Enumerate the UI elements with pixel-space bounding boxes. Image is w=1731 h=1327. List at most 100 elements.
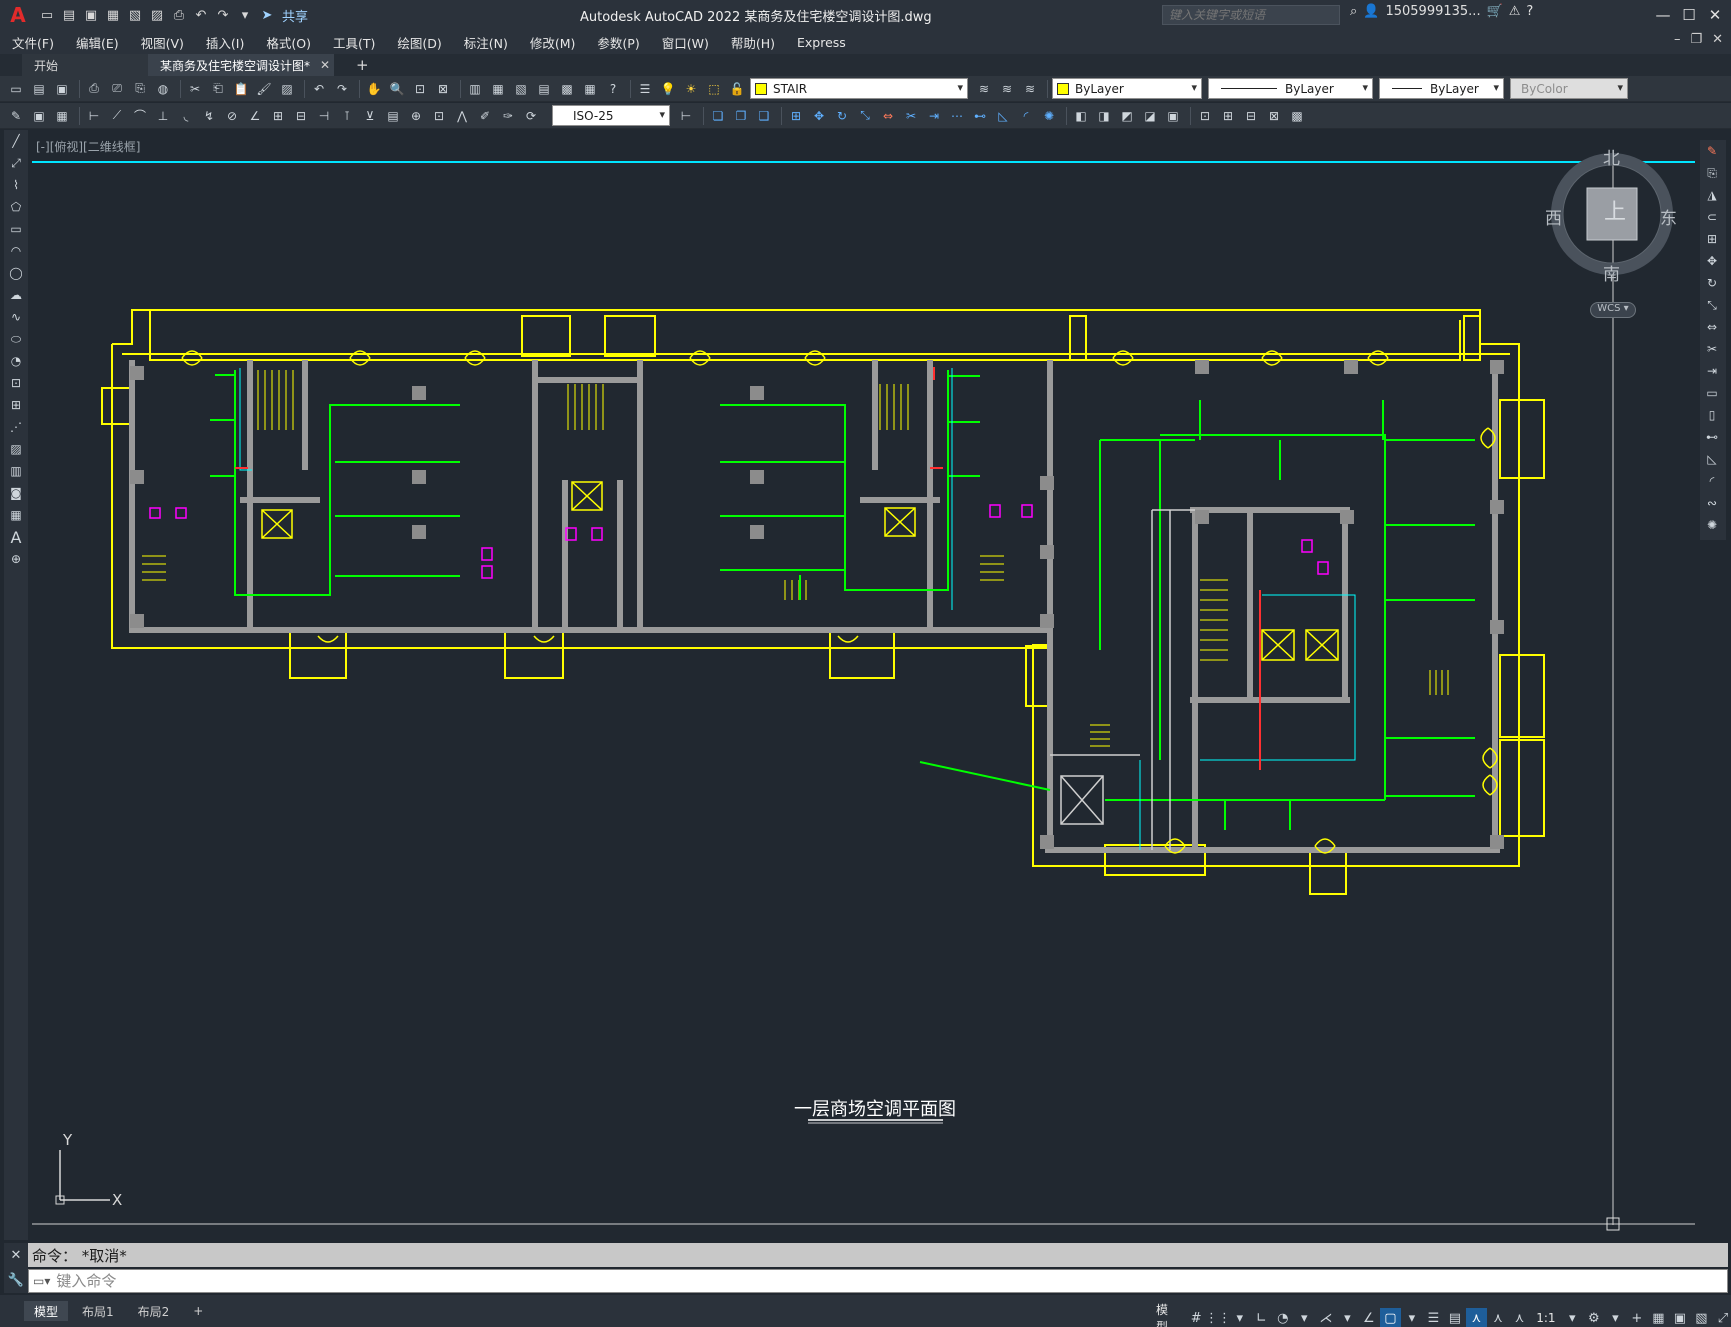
tab-layout1[interactable]: 布局1 [72, 1301, 124, 1321]
mirror-palette-icon[interactable]: ◮ [1700, 184, 1724, 206]
add-layout-button[interactable]: + [183, 1301, 213, 1321]
array-palette-icon[interactable]: ⊞ [1700, 228, 1724, 250]
attach-icon[interactable]: ⊞ [1218, 106, 1238, 126]
menu-express[interactable]: Express [797, 35, 846, 50]
copy-object-icon[interactable]: ❏ [708, 106, 728, 126]
autocad-logo-icon[interactable]: A [0, 0, 36, 30]
chevron-down-icon[interactable]: ▾ [1562, 1308, 1584, 1327]
tab-layout2[interactable]: 布局2 [128, 1301, 180, 1321]
fillet-palette-icon[interactable]: ◜ [1700, 470, 1724, 492]
copy-palette-icon[interactable]: ⎘ [1700, 162, 1724, 184]
lineweight-dropdown[interactable]: ByLayer ▾ [1379, 78, 1504, 99]
clean-screen-icon[interactable]: ⤢ [1712, 1308, 1731, 1327]
explode-palette-icon[interactable]: ✺ [1700, 514, 1724, 536]
object-snap-tracking-icon[interactable]: ∠ [1358, 1308, 1380, 1327]
arc-icon[interactable]: ◠ [4, 240, 28, 262]
annotation-scale-icon[interactable]: ⋏ [1509, 1308, 1531, 1327]
user-icon[interactable]: 👤 [1363, 4, 1379, 19]
break-icon[interactable]: ⋯ [947, 106, 967, 126]
diameter-dim-icon[interactable]: ⊘ [222, 106, 242, 126]
tolerance-icon[interactable]: ▤ [383, 106, 403, 126]
layer-walk-icon[interactable]: ▣ [29, 106, 49, 126]
scale-palette-icon[interactable]: ⤡ [1700, 294, 1724, 316]
viewport-controls-label[interactable]: [-][俯视][二维线框] [36, 138, 140, 155]
aligned-dim-icon[interactable]: ⟋ [107, 106, 127, 126]
new-tab-button[interactable]: + [344, 54, 369, 76]
close-command-icon[interactable]: ✕ [11, 1248, 22, 1263]
paste-icon[interactable]: 📋 [231, 79, 251, 99]
polygon-icon[interactable]: ⬠ [4, 196, 28, 218]
auto-scale-icon[interactable]: ⋏ [1487, 1308, 1509, 1327]
share-button[interactable]: 共享 [282, 6, 308, 25]
isodraft-icon[interactable]: ⋌ [1315, 1308, 1337, 1327]
menu-file[interactable]: 文件(F) [12, 33, 54, 52]
trim-icon[interactable]: ✂ [901, 106, 921, 126]
plotstyle-dropdown[interactable]: ByColor ▾ [1510, 78, 1628, 99]
markup-icon[interactable]: ▩ [557, 79, 577, 99]
external-ref-icon[interactable]: ▩ [1287, 106, 1307, 126]
customize-qat-icon[interactable]: ▾ [234, 4, 256, 26]
clip-icon[interactable]: ⊠ [1264, 106, 1284, 126]
redo-icon[interactable]: ↷ [212, 4, 234, 26]
copy-icon[interactable]: ⎗ [208, 79, 228, 99]
rectangle-icon[interactable]: ▭ [4, 218, 28, 240]
draworder-below-icon[interactable]: ◪ [1140, 106, 1160, 126]
open-web-icon[interactable]: ▧ [124, 4, 146, 26]
draworder-above-icon[interactable]: ◩ [1117, 106, 1137, 126]
save-as-icon[interactable]: ▦ [102, 4, 124, 26]
layer-thaw-icon[interactable]: ☀ [681, 79, 701, 99]
match-properties-icon[interactable]: 🖌 [254, 79, 274, 99]
cut-icon[interactable]: ✂ [185, 79, 205, 99]
menu-dimension[interactable]: 标注(N) [464, 33, 508, 52]
make-current-layer-icon[interactable]: ≋ [974, 79, 994, 99]
undo-icon[interactable]: ↶ [190, 4, 212, 26]
angular-dim-icon[interactable]: ∠ [245, 106, 265, 126]
continue-dim-icon[interactable]: ⊣ [314, 106, 334, 126]
layer-properties-icon[interactable]: ☰ [635, 79, 655, 99]
line-icon[interactable]: ╱ [4, 130, 28, 152]
scale-icon[interactable]: ⤡ [855, 106, 875, 126]
layer-on-icon[interactable]: 💡 [658, 79, 678, 99]
circle-icon[interactable]: ◯ [4, 262, 28, 284]
save-icon[interactable]: ▣ [80, 4, 102, 26]
tool-palettes-icon[interactable]: ▧ [511, 79, 531, 99]
tab-close-icon[interactable]: ✕ [320, 58, 330, 72]
workspace-gear-icon[interactable]: ⚙ [1583, 1308, 1605, 1327]
tab-start[interactable]: 开始 [22, 54, 150, 76]
mtext-icon[interactable]: A [4, 526, 28, 548]
autodesk-app-icon[interactable]: ⚠ [1509, 4, 1521, 19]
menu-insert[interactable]: 插入(I) [206, 33, 244, 52]
viewcube-west[interactable]: 西 [1545, 204, 1562, 229]
viewcube-face-top[interactable]: 上 [1604, 194, 1626, 226]
menu-view[interactable]: 视图(V) [141, 33, 184, 52]
mirror-icon[interactable]: ❐ [731, 106, 751, 126]
draworder-back-icon[interactable]: ◨ [1094, 106, 1114, 126]
jogged-linear-icon[interactable]: ⋀ [452, 106, 472, 126]
doc-minimize-icon[interactable]: – [1674, 32, 1681, 47]
viewcube-south[interactable]: 南 [1603, 260, 1620, 285]
annotation-scale-value[interactable]: 1:1 [1530, 1311, 1561, 1325]
menu-draw[interactable]: 绘图(D) [397, 33, 441, 52]
menu-parametric[interactable]: 参数(P) [597, 33, 639, 52]
rotate-palette-icon[interactable]: ↻ [1700, 272, 1724, 294]
chevron-down-icon[interactable]: ▾ [1401, 1308, 1423, 1327]
plot-icon[interactable]: ⎙ [168, 4, 190, 26]
open-file-icon[interactable]: ▤ [58, 4, 80, 26]
radius-dim-icon[interactable]: ◟ [176, 106, 196, 126]
share-icon[interactable]: ➤ [256, 4, 278, 26]
dim-edit-icon[interactable]: ✐ [475, 106, 495, 126]
doc-close-icon[interactable]: ✕ [1712, 32, 1723, 47]
make-block-icon[interactable]: ⊞ [4, 394, 28, 416]
offset-icon[interactable]: ❑ [754, 106, 774, 126]
layer-unlock-icon[interactable]: 🔓 [727, 79, 747, 99]
viewcube[interactable]: 上 北 南 西 东 [1545, 149, 1695, 320]
dimstyle-manager-icon[interactable]: ⊢ [676, 106, 696, 126]
inspect-icon[interactable]: ⊡ [429, 106, 449, 126]
add-selected-icon[interactable]: ⊕ [4, 548, 28, 570]
help-icon[interactable]: ? [1526, 4, 1533, 19]
search-icon[interactable]: ⌕ [1350, 4, 1357, 19]
explode-icon[interactable]: ✺ [1039, 106, 1059, 126]
block-editor-icon[interactable]: ▨ [277, 79, 297, 99]
array-icon[interactable]: ⊞ [786, 106, 806, 126]
gradient-icon[interactable]: ▥ [4, 460, 28, 482]
